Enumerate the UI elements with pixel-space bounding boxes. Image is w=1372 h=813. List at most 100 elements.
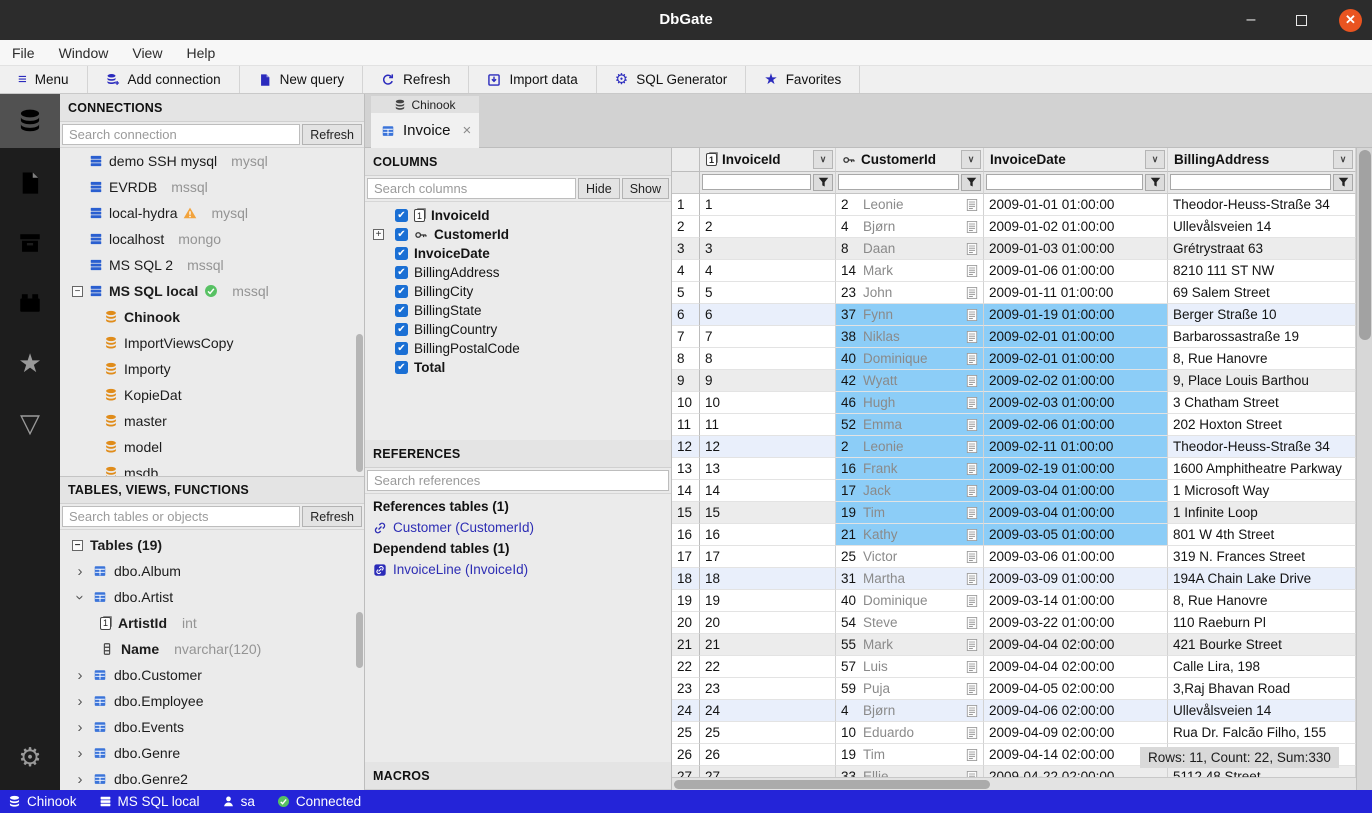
cell-billingaddress[interactable]: 69 Salem Street [1168,282,1356,304]
cell-billingaddress[interactable]: 3 Chatham Street [1168,392,1356,414]
filter-funnel-icon[interactable] [1333,174,1353,191]
row-number[interactable]: 9 [672,370,700,392]
checkbox-checked[interactable]: ✔ [395,304,408,317]
row-number[interactable]: 14 [672,480,700,502]
lookup-document-icon[interactable] [966,726,978,740]
statusbar-server[interactable]: MS SQL local [99,794,200,809]
expand-icon[interactable]: + [373,229,384,240]
cell-billingaddress[interactable]: 202 Hoxton Street [1168,414,1356,436]
cell-billingaddress[interactable]: Barbarossastraße 19 [1168,326,1356,348]
column-menu-chevron-icon[interactable]: ∨ [1145,150,1165,169]
rail-archive[interactable] [0,216,60,270]
cell-customerid[interactable]: 42 Wyatt [836,370,984,392]
cell-invoicedate[interactable]: 2009-02-01 01:00:00 [984,326,1168,348]
cell-invoiceid[interactable]: 17 [700,546,836,568]
tab-group-label[interactable]: Chinook [371,96,479,113]
reference-link[interactable]: Customer (CustomerId) [373,517,663,538]
cell-invoiceid[interactable]: 20 [700,612,836,634]
filter-input[interactable] [838,174,959,190]
toolbar-sql-generator-button[interactable]: ⚙SQL Generator [597,66,747,93]
row-number[interactable]: 5 [672,282,700,304]
lookup-document-icon[interactable] [966,440,978,454]
cell-invoicedate[interactable]: 2009-01-02 01:00:00 [984,216,1168,238]
chevron-right-icon[interactable]: › [74,745,86,762]
cell-customerid[interactable]: 57 Luis [836,656,984,678]
checkbox-checked[interactable]: ✔ [395,247,408,260]
row-number[interactable]: 12 [672,436,700,458]
cell-billingaddress[interactable]: 801 W 4th Street [1168,524,1356,546]
database-item[interactable]: Chinook [60,304,364,330]
connection-item[interactable]: localhost mongo [60,226,364,252]
columns-show-button[interactable]: Show [622,178,669,199]
table-item[interactable]: › dbo.Customer [60,662,364,688]
cell-invoiceid[interactable]: 6 [700,304,836,326]
cell-invoicedate[interactable]: 2009-03-09 01:00:00 [984,568,1168,590]
cell-invoicedate[interactable]: 2009-04-05 02:00:00 [984,678,1168,700]
column-check-item[interactable]: ✔ BillingState [365,301,671,320]
checkbox-checked[interactable]: ✔ [395,323,408,336]
column-check-item[interactable]: + ✔ CustomerId [365,225,671,244]
cell-customerid[interactable]: 37 Fynn [836,304,984,326]
connection-item[interactable]: demo SSH mysql mysql [60,148,364,174]
row-number[interactable]: 6 [672,304,700,326]
database-item[interactable]: Importy [60,356,364,382]
row-number[interactable]: 4 [672,260,700,282]
column-menu-chevron-icon[interactable]: ∨ [813,150,833,169]
column-check-item[interactable]: ✔ Total [365,358,671,377]
lookup-document-icon[interactable] [966,198,978,212]
column-check-item[interactable]: ✔ InvoiceDate [365,244,671,263]
lookup-document-icon[interactable] [966,264,978,278]
grid-header-customerid[interactable]: CustomerId ∨ [836,148,984,172]
lookup-document-icon[interactable] [966,242,978,256]
connection-item[interactable]: EVRDB mssql [60,174,364,200]
lookup-document-icon[interactable] [966,660,978,674]
chevron-right-icon[interactable]: › [74,771,86,788]
cell-invoiceid[interactable]: 10 [700,392,836,414]
cell-customerid[interactable]: 2 Leonie [836,436,984,458]
tab-invoice[interactable]: Invoice × [371,113,479,148]
cell-invoicedate[interactable]: 2009-01-06 01:00:00 [984,260,1168,282]
cell-billingaddress[interactable]: 9, Place Louis Barthou [1168,370,1356,392]
tables-scrollbar[interactable] [356,612,363,668]
lookup-document-icon[interactable] [966,682,978,696]
cell-invoicedate[interactable]: 2009-03-06 01:00:00 [984,546,1168,568]
cell-billingaddress[interactable]: 319 N. Frances Street [1168,546,1356,568]
filter-funnel-icon[interactable] [813,174,833,191]
cell-customerid[interactable]: 21 Kathy [836,524,984,546]
cell-customerid[interactable]: 4 Bjørn [836,216,984,238]
grid-header-billingaddress[interactable]: BillingAddress ∨ [1168,148,1356,172]
cell-invoiceid[interactable]: 7 [700,326,836,348]
lookup-document-icon[interactable] [966,550,978,564]
lookup-document-icon[interactable] [966,396,978,410]
statusbar-database[interactable]: Chinook [8,794,77,809]
row-number[interactable]: 15 [672,502,700,524]
table-item[interactable]: › dbo.Genre2 [60,766,364,790]
row-number[interactable]: 16 [672,524,700,546]
lookup-document-icon[interactable] [966,748,978,762]
filter-input[interactable] [986,174,1143,190]
lookup-document-icon[interactable] [966,638,978,652]
cell-invoicedate[interactable]: 2009-03-14 01:00:00 [984,590,1168,612]
cell-customerid[interactable]: 19 Tim [836,744,984,766]
row-number[interactable]: 7 [672,326,700,348]
cell-customerid[interactable]: 46 Hugh [836,392,984,414]
cell-billingaddress[interactable]: 110 Raeburn Pl [1168,612,1356,634]
table-item[interactable]: › dbo.Employee [60,688,364,714]
column-check-item[interactable]: ✔ BillingCountry [365,320,671,339]
cell-invoicedate[interactable]: 2009-03-04 01:00:00 [984,480,1168,502]
checkbox-checked[interactable]: ✔ [395,342,408,355]
rail-databases[interactable] [0,94,60,148]
column-menu-chevron-icon[interactable]: ∨ [961,150,981,169]
cell-customerid[interactable]: 10 Eduardo [836,722,984,744]
cell-customerid[interactable]: 23 John [836,282,984,304]
cell-customerid[interactable]: 17 Jack [836,480,984,502]
cell-billingaddress[interactable]: 3,Raj Bhavan Road [1168,678,1356,700]
references-search-input[interactable] [367,470,669,491]
cell-invoiceid[interactable]: 9 [700,370,836,392]
checkbox-checked[interactable]: ✔ [395,266,408,279]
database-item[interactable]: master [60,408,364,434]
cell-invoicedate[interactable]: 2009-04-04 02:00:00 [984,656,1168,678]
columns-search-input[interactable] [367,178,576,199]
reference-link[interactable]: InvoiceLine (InvoiceId) [373,559,663,580]
statusbar-connection-status[interactable]: Connected [277,794,361,809]
